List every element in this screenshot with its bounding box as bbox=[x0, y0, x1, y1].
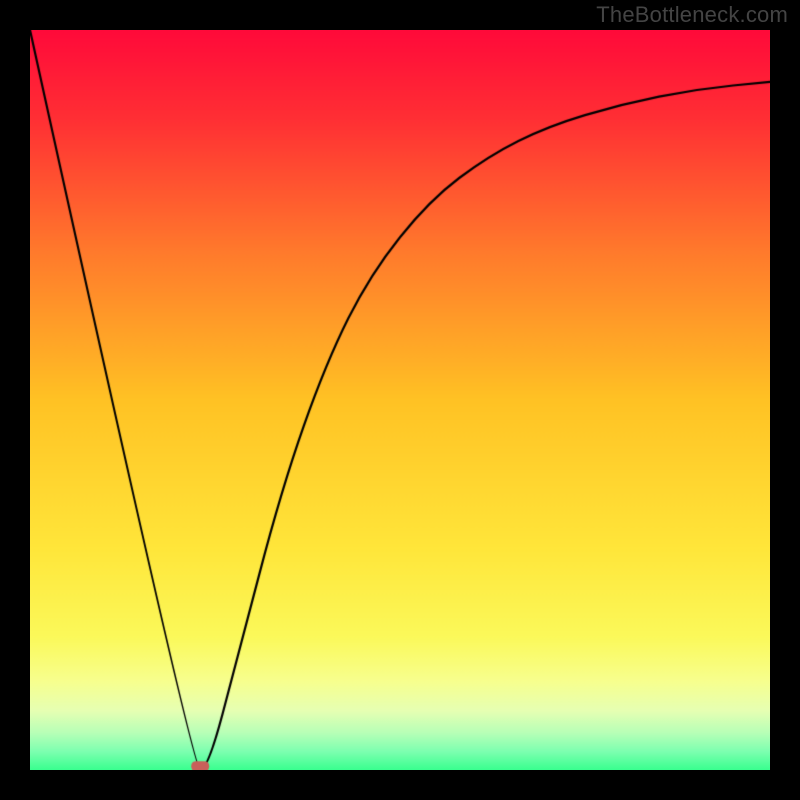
watermark-text: TheBottleneck.com bbox=[596, 2, 788, 28]
bottleneck-chart-canvas bbox=[30, 30, 770, 770]
plot-area bbox=[30, 30, 770, 770]
chart-frame: TheBottleneck.com bbox=[0, 0, 800, 800]
